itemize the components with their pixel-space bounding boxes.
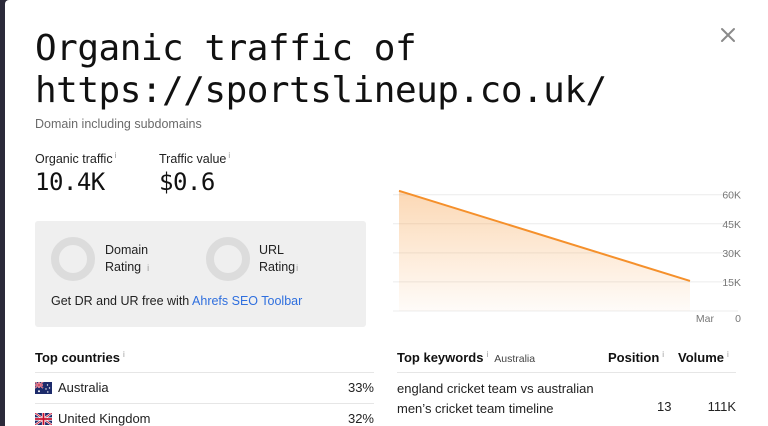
country-name: Australia <box>58 380 109 395</box>
position-column-header[interactable]: Position i <box>608 350 664 365</box>
country-name: United Kingdom <box>58 411 151 426</box>
australia-flag-icon <box>35 382 52 394</box>
y-tick-label: 45K <box>722 219 741 231</box>
promo-text: Get DR and UR free with <box>51 294 193 308</box>
traffic-value-label: Traffic value i <box>159 151 230 166</box>
info-icon[interactable]: i <box>147 263 149 273</box>
keywords-country-tag[interactable]: Australia <box>494 353 535 365</box>
domain-rating-label-line2: Rating <box>105 260 142 274</box>
url-rating-label: URL Ratingi <box>259 242 298 277</box>
traffic-value-value: $0.6 <box>159 168 215 196</box>
y-tick-label: 60K <box>722 190 741 202</box>
y-tick-label: 15K <box>722 277 741 289</box>
title-line-1: Organic traffic of <box>35 28 417 69</box>
info-icon[interactable]: i <box>296 263 298 273</box>
organic-traffic-modal: Organic traffic of https://sportslineup.… <box>5 0 768 426</box>
country-row-united-kingdom[interactable]: United Kingdom 32% <box>35 410 374 426</box>
country-share: 33% <box>347 380 374 395</box>
domain-rating-ring <box>51 237 95 281</box>
title-line-2: https://sportslineup.co.uk/ <box>35 70 607 111</box>
domain-rating-label-line1: Domain <box>105 243 149 257</box>
subtitle: Domain including subdomains <box>35 117 202 131</box>
info-icon[interactable]: i <box>727 350 729 359</box>
toolbar-promo: Get DR and UR free with Ahrefs SEO Toolb… <box>51 294 302 308</box>
volume-column-header[interactable]: Volume i <box>678 350 729 365</box>
keyword-volume: 111K <box>707 399 736 414</box>
info-icon[interactable]: i <box>123 350 125 359</box>
top-keywords-title: Top keywords <box>397 350 484 365</box>
close-icon[interactable] <box>719 26 737 44</box>
volume-column-label: Volume <box>678 350 724 365</box>
x-tick-label: Mar <box>696 313 715 325</box>
country-share: 32% <box>347 411 374 426</box>
divider <box>397 372 736 373</box>
traffic-area <box>399 190 690 311</box>
traffic-chart: 60K 45K 30K 15K 0 Mar <box>393 190 741 325</box>
info-icon[interactable]: i <box>228 151 230 160</box>
divider <box>35 403 374 404</box>
url-rating-label-line1: URL <box>259 243 285 257</box>
uk-flag-icon <box>35 413 52 425</box>
divider <box>35 372 374 373</box>
info-icon[interactable]: i <box>115 151 117 160</box>
y-tick-label: 30K <box>722 248 741 260</box>
top-keywords-heading: Top keywords i Australia <box>397 350 535 365</box>
page-title: Organic traffic of https://sportslineup.… <box>35 28 607 112</box>
top-countries-heading: Top countries i <box>35 350 125 365</box>
organic-traffic-label: Organic traffic i <box>35 151 116 166</box>
organic-traffic-value: 10.4K <box>35 168 105 196</box>
keyword-text[interactable]: england cricket team vs australian men’s… <box>397 379 597 419</box>
url-rating-ring <box>206 237 250 281</box>
info-icon[interactable]: i <box>662 350 664 359</box>
y-tick-label: 0 <box>735 313 741 325</box>
url-rating-label-line2: Rating <box>259 260 296 274</box>
ahrefs-toolbar-link[interactable]: Ahrefs SEO Toolbar <box>192 294 302 308</box>
rating-panel: Domain Rating i URL Ratingi Get DR and UR… <box>35 221 366 327</box>
domain-rating-label: Domain Rating i <box>105 242 149 277</box>
info-icon[interactable]: i <box>486 350 488 359</box>
organic-traffic-label-text: Organic traffic <box>35 152 113 167</box>
keyword-position: 13 <box>657 399 672 414</box>
top-countries-title: Top countries <box>35 350 120 365</box>
position-column-label: Position <box>608 350 660 365</box>
traffic-value-label-text: Traffic value <box>159 152 227 167</box>
country-row-australia[interactable]: Australia 33% <box>35 379 374 399</box>
